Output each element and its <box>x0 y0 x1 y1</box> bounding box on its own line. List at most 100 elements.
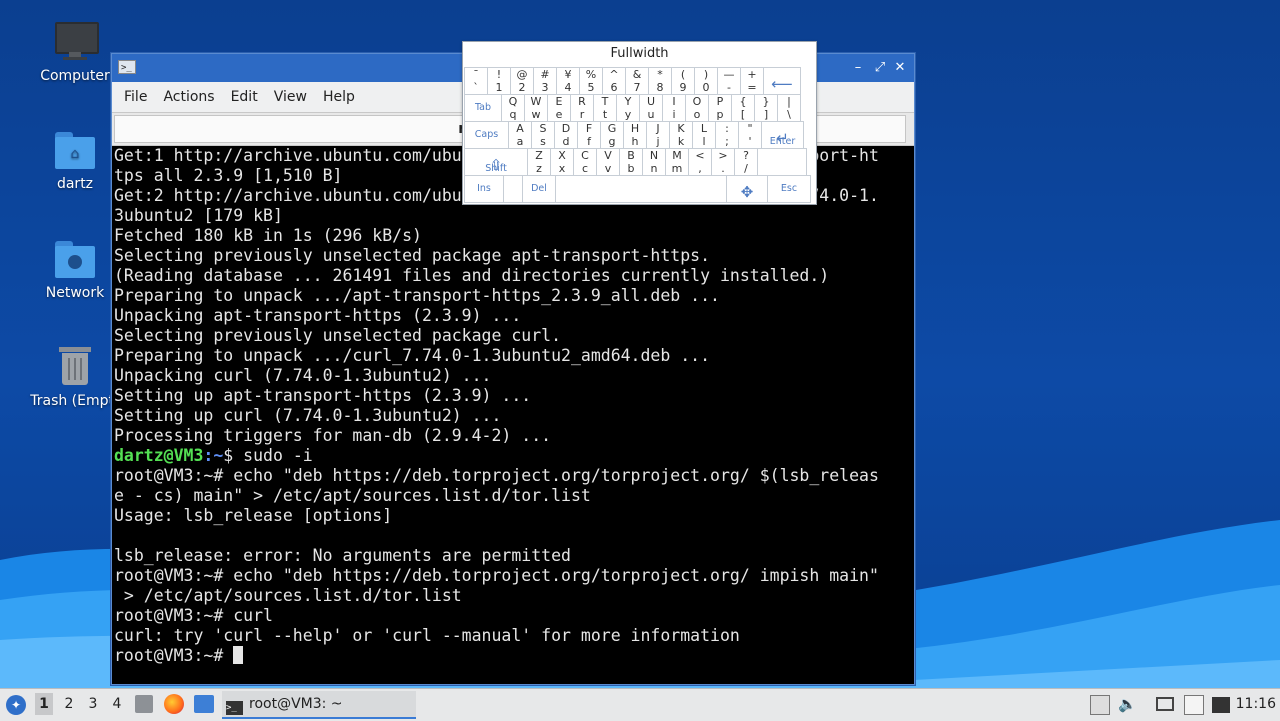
key-char: w <box>531 108 541 121</box>
backspace-key[interactable]: ⟵ <box>763 67 801 95</box>
key-j[interactable]: Jj <box>646 121 670 149</box>
key-sym8[interactable]: >. <box>711 148 735 176</box>
key-s[interactable]: Ss <box>531 121 555 149</box>
delete-key[interactable]: Del <box>522 175 556 203</box>
key-o[interactable]: Oo <box>685 94 709 122</box>
key-sym9[interactable]: :; <box>715 121 739 149</box>
key-shift-char: P <box>716 95 724 108</box>
key-f[interactable]: Ff <box>577 121 601 149</box>
key-r[interactable]: Rr <box>570 94 594 122</box>
shift-key[interactable]: ⇧ Shift <box>464 148 528 176</box>
key-sym11[interactable]: }] <box>754 94 778 122</box>
menu-help[interactable]: Help <box>315 89 363 105</box>
key-2[interactable]: @2 <box>510 67 534 95</box>
key-row: ⇧ Shift Zz Xx Cc Vv Bb Nn Mm <, >.? / <box>464 148 814 176</box>
key-sym9[interactable]: ? / <box>734 148 758 176</box>
workspace-4[interactable]: 4 <box>108 696 126 712</box>
key-e[interactable]: Ee <box>547 94 571 122</box>
maximize-icon[interactable]: ⤢ <box>872 60 888 76</box>
key-shift-char: S <box>539 122 547 135</box>
key-4[interactable]: ¥4 <box>556 67 580 95</box>
insert-key[interactable]: Ins <box>464 175 504 203</box>
insert-key-label: Ins <box>477 183 491 194</box>
menu-edit[interactable]: Edit <box>223 89 266 105</box>
key-sym7[interactable]: <, <box>688 148 712 176</box>
key-sym0[interactable]: ¯ ` <box>464 67 488 95</box>
key-0[interactable]: ) 0 <box>694 67 718 95</box>
show-desktop-icon[interactable] <box>194 695 214 713</box>
enter-key[interactable]: ↵ Enter <box>761 121 804 149</box>
key-z[interactable]: Zz <box>527 148 551 176</box>
output-line: (Reading database ... 261491 files and d… <box>114 266 830 285</box>
menu-actions[interactable]: Actions <box>155 89 222 105</box>
menu-view[interactable]: View <box>266 89 315 105</box>
key-shift-char: ¯ <box>473 68 479 81</box>
key-shift-char: I <box>672 95 676 108</box>
output-line: Preparing to unpack .../apt-transport-ht… <box>114 286 720 305</box>
key-k[interactable]: Kk <box>669 121 693 149</box>
workspace-3[interactable]: 3 <box>84 696 102 712</box>
key-sym11[interactable]: — - <box>717 67 741 95</box>
key-char: p <box>716 108 724 121</box>
key-3[interactable]: #3 <box>533 67 557 95</box>
key-char: [ <box>740 108 746 121</box>
key-char: ] <box>763 108 769 121</box>
workspace-1[interactable]: 1 <box>35 693 53 715</box>
key-b[interactable]: Bb <box>619 148 643 176</box>
minimize-icon[interactable]: – <box>850 60 866 76</box>
onscreen-keyboard[interactable]: Fullwidth ¯ `! 1 @2 #3 ¥4% 5 ^ 6 & 7 * 8(9) 0— - + = ⟵ Ta… <box>462 41 817 205</box>
key-char: = <box>747 81 757 94</box>
taskbar-terminal-button[interactable]: >_ root@VM3: ~ <box>222 691 416 719</box>
key-char: f <box>587 135 591 148</box>
key-d[interactable]: Dd <box>554 121 578 149</box>
key-p[interactable]: Pp <box>708 94 732 122</box>
key-8[interactable]: * 8 <box>648 67 672 95</box>
key-row: Caps Aa Ss Dd Ff Gg Hh Jj Kk Ll:; " ' ↵ Enter <box>464 121 814 149</box>
firefox-icon[interactable] <box>164 694 184 714</box>
key-x[interactable]: Xx <box>550 148 574 176</box>
key-y[interactable]: Yy <box>616 94 640 122</box>
volume-icon[interactable]: 🔈 <box>1118 695 1137 713</box>
key-7[interactable]: & 7 <box>625 67 649 95</box>
key-q[interactable]: Qq <box>501 94 525 122</box>
key-a[interactable]: Aa <box>508 121 532 149</box>
key-n[interactable]: Nn <box>642 148 666 176</box>
key-h[interactable]: Hh <box>623 121 647 149</box>
key-9[interactable]: (9 <box>671 67 695 95</box>
workspace-2[interactable]: 2 <box>60 696 78 712</box>
key-char: u <box>647 108 655 121</box>
clipboard-icon[interactable] <box>1184 695 1204 715</box>
key-6[interactable]: ^ 6 <box>602 67 626 95</box>
move-keyboard-key[interactable]: ✥ <box>726 175 768 203</box>
key-sym10[interactable]: " ' <box>738 121 762 149</box>
caps-key[interactable]: Caps <box>464 121 509 149</box>
keyboard-icon[interactable] <box>1212 697 1230 713</box>
key-v[interactable]: Vv <box>596 148 620 176</box>
start-menu-icon[interactable]: ✦ <box>6 695 26 715</box>
tray-arrow-icon[interactable] <box>1090 695 1110 715</box>
network-icon[interactable] <box>1156 697 1174 711</box>
file-manager-icon[interactable] <box>135 695 153 713</box>
space-key[interactable] <box>555 175 727 203</box>
tab-key[interactable]: Tab <box>464 94 502 122</box>
key-1[interactable]: ! 1 <box>487 67 511 95</box>
key-c[interactable]: Cc <box>573 148 597 176</box>
key-l[interactable]: Ll <box>692 121 716 149</box>
key-sym12[interactable]: | \ <box>777 94 801 122</box>
key-t[interactable]: Tt <box>593 94 617 122</box>
terminal-output[interactable]: Get:1 http://archive.ubuntu.com/ubuntu i… <box>114 146 910 680</box>
key-w[interactable]: Ww <box>524 94 548 122</box>
key-u[interactable]: Uu <box>639 94 663 122</box>
close-icon[interactable]: ✕ <box>892 60 908 76</box>
tab-key-label: Tab <box>474 102 492 113</box>
key-5[interactable]: % 5 <box>579 67 603 95</box>
key-g[interactable]: Gg <box>600 121 624 149</box>
escape-key[interactable]: Esc <box>767 175 811 203</box>
key-sym10[interactable]: {[ <box>731 94 755 122</box>
menu-file[interactable]: File <box>116 89 155 105</box>
blank-key[interactable] <box>503 175 523 203</box>
key-sym12[interactable]: + = <box>740 67 764 95</box>
key-m[interactable]: Mm <box>665 148 689 176</box>
key-i[interactable]: Ii <box>662 94 686 122</box>
empty-key[interactable] <box>757 148 807 176</box>
